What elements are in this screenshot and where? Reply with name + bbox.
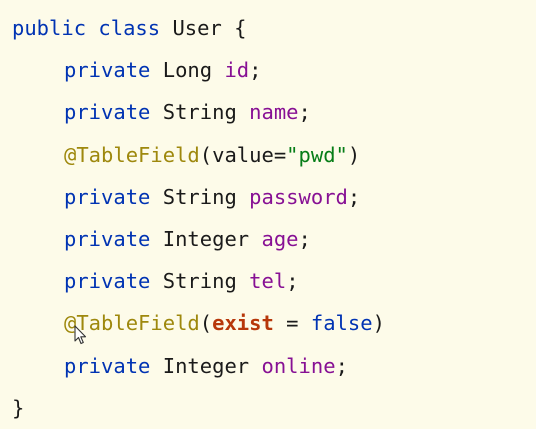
code-token: String	[150, 184, 250, 209]
code-line[interactable]: private Long id;	[12, 49, 385, 91]
code-token: }	[12, 395, 25, 420]
code-token: private	[64, 58, 151, 83]
code-token: )	[347, 142, 361, 167]
code-token: tel	[249, 269, 287, 294]
code-line[interactable]: @TableField(exist = false)	[12, 302, 385, 344]
code-token: @TableField	[64, 142, 200, 167]
code-line[interactable]: private String password;	[12, 176, 385, 218]
code-editor[interactable]: public class User {private Long id; priva…	[0, 0, 536, 427]
code-token: ;	[249, 58, 262, 83]
code-token: age	[261, 226, 299, 251]
code-token: ;	[298, 226, 311, 251]
code-token: (	[199, 311, 213, 336]
code-token: private	[64, 226, 151, 251]
code-token: Integer	[150, 226, 262, 251]
code-token: )	[372, 311, 385, 336]
code-token: exist	[212, 311, 274, 336]
code-token: online	[261, 353, 336, 378]
code-token: ;	[335, 353, 348, 378]
code-token: class	[86, 16, 173, 40]
code-line[interactable]: }	[12, 387, 385, 429]
code-token: id	[224, 58, 250, 83]
code-token: private	[64, 269, 151, 294]
code-token: (value=	[199, 142, 287, 167]
code-token: String	[150, 269, 250, 294]
code-token: String	[150, 100, 250, 125]
code-line[interactable]: private String name;	[12, 91, 385, 133]
mouse-pointer-icon	[74, 325, 87, 345]
code-token: Integer	[150, 353, 262, 378]
code-token: private	[64, 184, 151, 209]
code-line[interactable]: private Integer online;	[12, 345, 385, 387]
code-token: =	[273, 311, 311, 336]
code-token: public	[12, 16, 87, 40]
code-token: "pwd"	[286, 142, 348, 167]
code-token: ;	[298, 100, 311, 125]
code-token: private	[64, 100, 151, 125]
code-line[interactable]: public class User {	[12, 7, 385, 49]
code-token: private	[64, 353, 151, 378]
code-line[interactable]: private String tel;	[12, 260, 385, 302]
code-line[interactable]: private Integer age;	[12, 218, 385, 260]
code-block[interactable]: public class User {private Long id; priva…	[12, 7, 385, 429]
code-token: Long	[150, 58, 225, 83]
code-line[interactable]: @TableField(value="pwd")	[12, 134, 385, 176]
code-token: name	[249, 100, 299, 125]
code-token: User {	[172, 16, 247, 40]
code-token: ;	[286, 269, 299, 294]
code-token: ;	[347, 184, 361, 209]
code-token: password	[249, 184, 348, 209]
code-token: false	[310, 311, 373, 336]
